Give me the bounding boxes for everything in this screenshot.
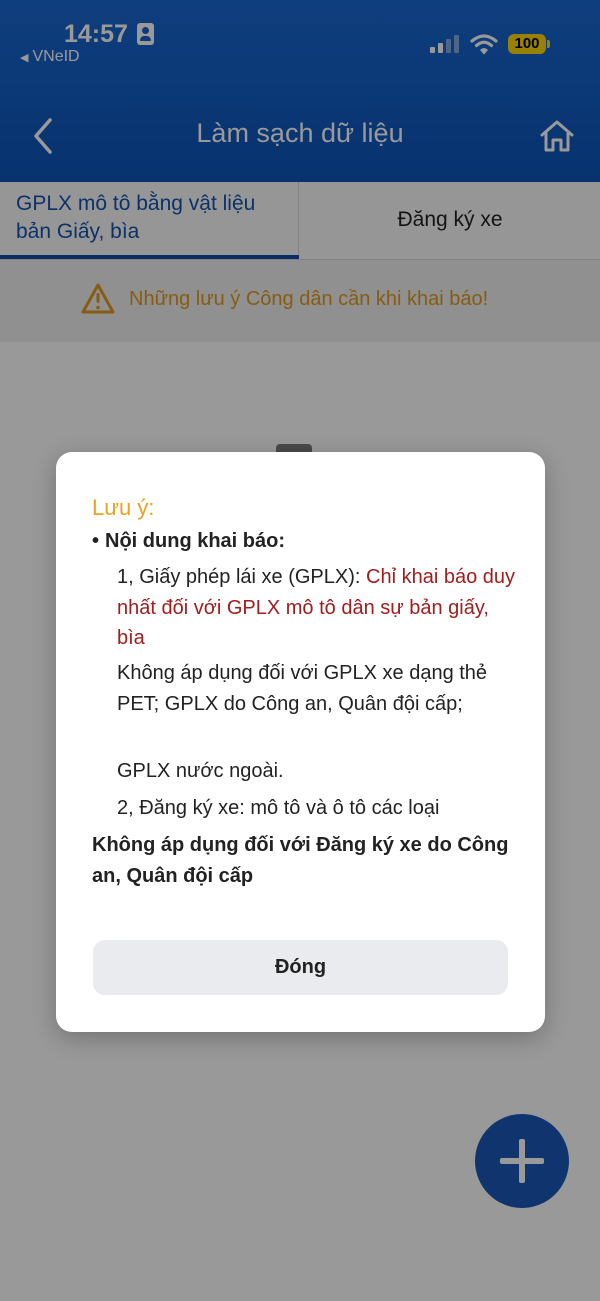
notice-dialog: Lưu ý: • Nội dung khai báo: 1, Giấy phép … — [56, 452, 545, 1032]
item-dang-ky-xe: 2, Đăng ký xe: mô tô và ô tô các loại — [117, 797, 440, 819]
close-button[interactable]: Đóng — [93, 940, 508, 995]
section-heading: • Nội dung khai báo: — [92, 530, 285, 553]
bullet: • — [92, 530, 100, 552]
item-gplx-note-foreign: GPLX nước ngoài. — [117, 760, 284, 782]
dialog-title: Lưu ý: — [92, 495, 155, 520]
item-gplx: 1, Giấy phép lái xe (GPLX): Chỉ khai báo… — [117, 562, 517, 654]
dialog-footer-note: Không áp dụng đối với Đăng ký xe do Công… — [92, 834, 509, 887]
item-gplx-note: Không áp dụng đối với GPLX xe dạng thẻ P… — [117, 662, 488, 715]
item-gplx-prefix: 1, Giấy phép lái xe (GPLX): — [117, 566, 367, 588]
section-heading-text: Nội dung khai báo: — [105, 530, 286, 552]
